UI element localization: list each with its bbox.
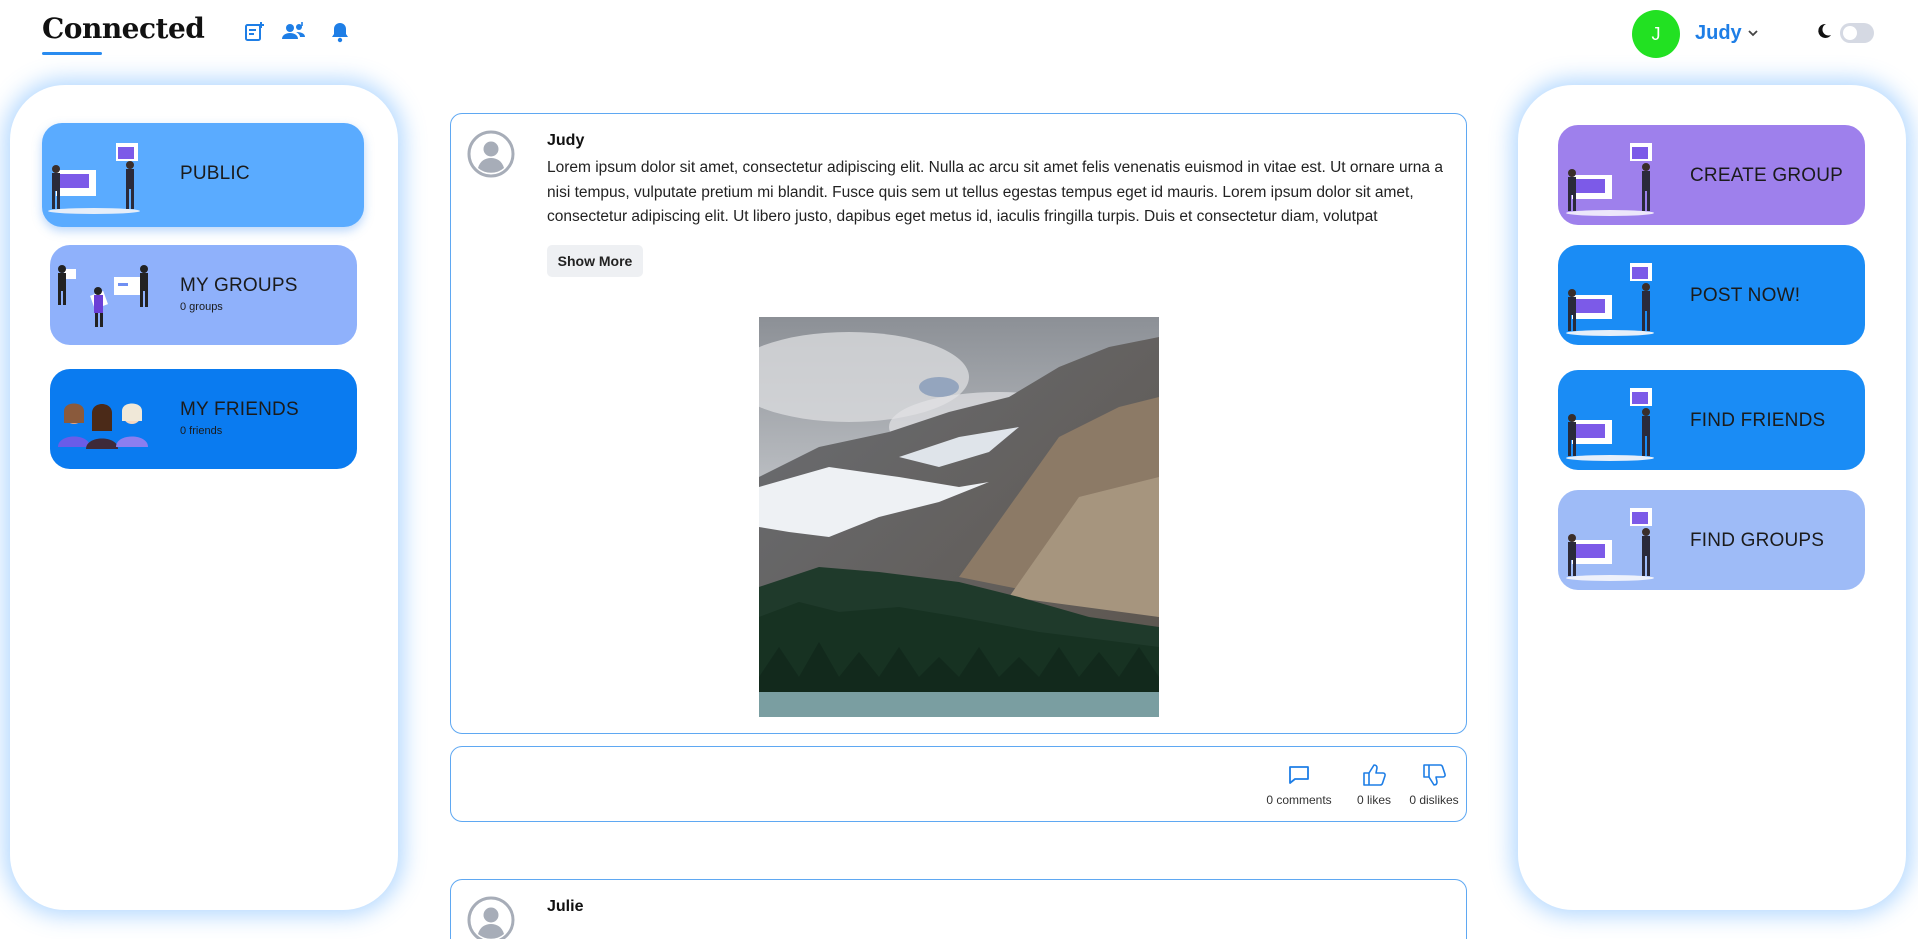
top-header: Connected J Judy [0, 0, 1918, 70]
post-now-illustration-icon [1566, 263, 1654, 336]
post-author-name[interactable]: Judy [547, 132, 584, 150]
user-name[interactable]: Judy [1695, 22, 1742, 45]
find-friends-card-title: FIND FRIENDS [1690, 410, 1826, 431]
create-group-card-title: CREATE GROUP [1690, 165, 1844, 186]
find-friends-illustration-icon [1566, 388, 1654, 461]
find-friends-card[interactable]: FIND FRIENDS [1558, 370, 1865, 470]
comments-count: 0 comments [1266, 793, 1332, 807]
post-card: Julie [450, 879, 1467, 939]
notifications-bell-icon[interactable] [328, 20, 352, 44]
likes-count: 0 likes [1356, 793, 1391, 807]
post-image[interactable] [759, 317, 1159, 717]
find-groups-card[interactable]: FIND GROUPS [1558, 490, 1865, 590]
left-panel: PUBLIC MY GROUPS 0 groups MY FRIENDS 0 f… [10, 85, 398, 910]
my-groups-card[interactable]: MY GROUPS 0 groups [50, 245, 357, 345]
dislike-action[interactable]: 0 dislikes [1401, 763, 1467, 807]
thumbs-down-icon [1423, 764, 1446, 786]
post-author-avatar-icon[interactable] [467, 896, 515, 939]
my-groups-count: 0 groups [180, 301, 223, 313]
my-friends-card-title: MY FRIENDS [180, 399, 299, 420]
public-card-title: PUBLIC [180, 163, 250, 184]
dislikes-count: 0 dislikes [1409, 793, 1459, 807]
new-post-icon[interactable] [242, 20, 266, 44]
public-card[interactable]: PUBLIC [42, 123, 364, 227]
find-groups-illustration-icon [1566, 508, 1654, 581]
post-actions-bar: 0 comments 0 likes 0 dislikes [450, 746, 1467, 822]
create-group-illustration-icon [1566, 143, 1654, 216]
post-author-name[interactable]: Julie [547, 898, 583, 916]
like-action[interactable]: 0 likes [1346, 763, 1402, 807]
post-now-card-title: POST NOW! [1690, 285, 1801, 306]
my-groups-card-title: MY GROUPS [180, 275, 298, 296]
post-card: Judy Lorem ipsum dolor sit amet, consect… [450, 113, 1467, 734]
comment-icon [1289, 766, 1309, 784]
friends-icon[interactable] [281, 20, 307, 44]
find-groups-card-title: FIND GROUPS [1690, 530, 1825, 551]
logo-underline [42, 52, 102, 55]
chevron-down-icon[interactable] [1746, 26, 1760, 40]
post-author-avatar-icon[interactable] [467, 130, 515, 178]
app-logo[interactable]: Connected [42, 12, 205, 45]
friends-illustration-icon [58, 403, 148, 449]
groups-illustration-icon [58, 265, 148, 327]
thumbs-up-icon [1363, 764, 1386, 786]
dark-mode-toggle[interactable] [1840, 23, 1874, 43]
moon-icon [1818, 23, 1831, 38]
user-avatar[interactable]: J [1632, 10, 1680, 58]
create-group-card[interactable]: CREATE GROUP [1558, 125, 1865, 225]
public-illustration-icon [48, 143, 140, 214]
comments-action[interactable]: 0 comments [1259, 763, 1339, 807]
right-panel: CREATE GROUP POST NOW! FIND FRIENDS FIND… [1518, 85, 1906, 910]
my-friends-count: 0 friends [180, 425, 223, 437]
my-friends-card[interactable]: MY FRIENDS 0 friends [50, 369, 357, 469]
post-now-card[interactable]: POST NOW! [1558, 245, 1865, 345]
post-body-text: Lorem ipsum dolor sit amet, consectetur … [547, 159, 1443, 225]
show-more-button[interactable]: Show More [547, 245, 643, 277]
